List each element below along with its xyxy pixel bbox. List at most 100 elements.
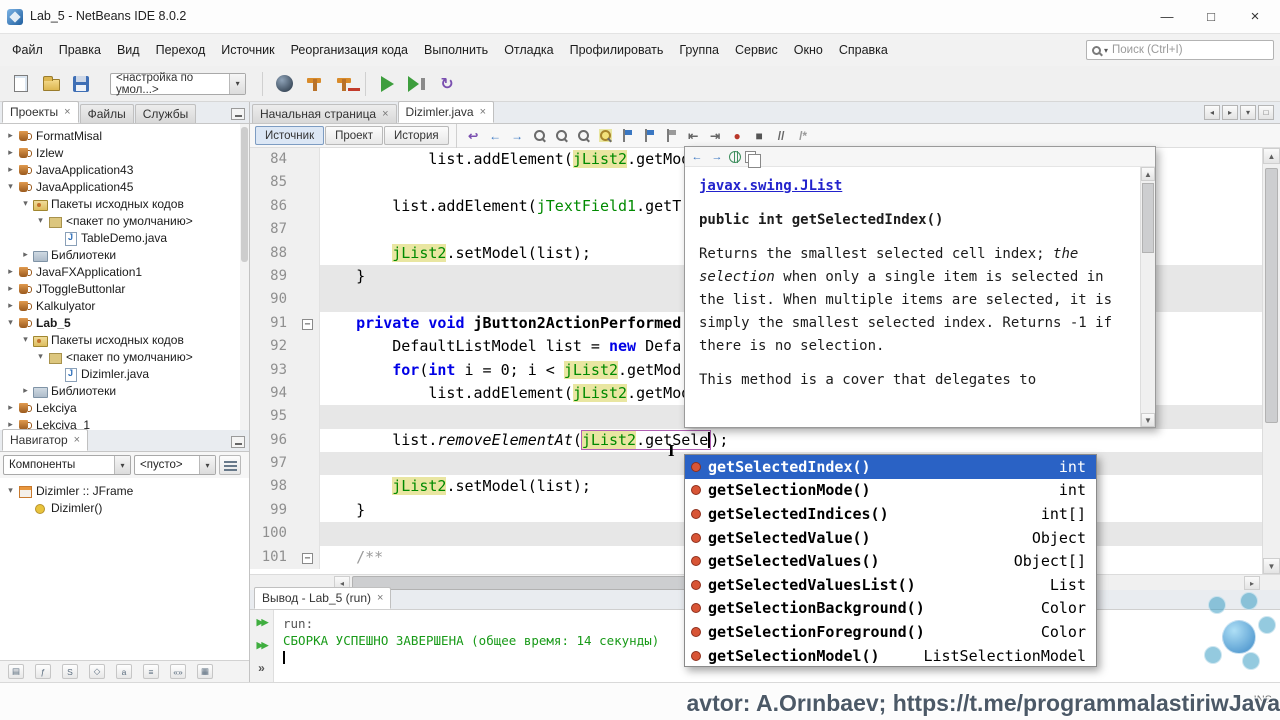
scrollbar-thumb[interactable] [1265, 168, 1278, 423]
build-project-button[interactable] [299, 70, 329, 98]
toggle-highlight-icon[interactable] [595, 126, 616, 145]
clean-button[interactable] [269, 70, 299, 98]
collapsed-arrow-icon[interactable]: ▸ [4, 300, 17, 311]
project-tree-item[interactable]: ▾ <пакет по умолчанию> [0, 348, 249, 365]
open-project-button[interactable] [36, 70, 66, 98]
editor-vertical-scrollbar[interactable]: ▲ ▼ [1262, 148, 1280, 574]
close-icon[interactable]: × [480, 107, 486, 118]
scroll-tabs-right-icon[interactable]: ▸ [1222, 105, 1238, 120]
find-next-icon[interactable] [573, 126, 594, 145]
comment-icon[interactable]: // [771, 126, 792, 145]
expanded-arrow-icon[interactable]: ▾ [19, 198, 32, 209]
expanded-arrow-icon[interactable]: ▾ [34, 215, 47, 226]
close-icon[interactable]: × [382, 109, 388, 120]
expanded-arrow-icon[interactable]: ▾ [4, 317, 17, 328]
collapsed-arrow-icon[interactable]: ▸ [4, 266, 17, 277]
menu-item-3[interactable]: Вид [109, 35, 148, 65]
shift-left-icon[interactable]: ⇤ [683, 126, 704, 145]
completion-item[interactable]: getSelectionBackground() Color [685, 597, 1096, 621]
javadoc-class-link[interactable]: javax.swing.JList [699, 175, 1123, 198]
menu-item-9[interactable]: Профилировать [562, 35, 672, 65]
search-dropdown-icon[interactable]: ▾ [1104, 46, 1108, 55]
expanded-arrow-icon[interactable]: ▾ [4, 181, 17, 192]
tab-list-dropdown-icon[interactable]: ▾ [1240, 105, 1256, 120]
expanded-arrow-icon[interactable]: ▾ [34, 351, 47, 362]
project-tree-item[interactable]: ▸ FormatMisal [0, 127, 249, 144]
stop-macro-icon[interactable]: ■ [749, 126, 770, 145]
collapsed-arrow-icon[interactable]: ▸ [19, 385, 32, 396]
project-tree-item[interactable]: ▸ Lekciya [0, 399, 249, 416]
sort-by-source-icon[interactable]: ≡ [143, 664, 159, 679]
menu-item-11[interactable]: Сервис [727, 35, 786, 65]
completion-item[interactable]: getSelectionModel() ListSelectionModel [685, 644, 1096, 666]
new-file-button[interactable] [6, 70, 36, 98]
project-tree-item[interactable]: ▾ Lab_5 [0, 314, 249, 331]
project-tree-item[interactable]: ▸ Библиотеки [0, 246, 249, 263]
start-macro-icon[interactable]: ● [727, 126, 748, 145]
profile-project-button[interactable] [432, 70, 462, 98]
tab-navigator[interactable]: Навигатор × [2, 429, 89, 451]
show-fields-icon[interactable]: ƒ [35, 664, 51, 679]
project-tree-item[interactable]: ▸ JavaFXApplication1 [0, 263, 249, 280]
project-tree-item[interactable]: Dizimler.java [0, 365, 249, 382]
maximize-editor-icon[interactable]: □ [1258, 105, 1274, 120]
project-tree-item[interactable]: ▾ <пакет по умолчанию> [0, 212, 249, 229]
completion-item[interactable]: getSelectedIndex() int [685, 455, 1096, 479]
project-tree-item[interactable]: ▸ Библиотеки [0, 382, 249, 399]
tree-scrollbar-thumb[interactable] [241, 127, 248, 262]
forward-icon[interactable]: → [507, 126, 528, 145]
close-icon[interactable]: × [74, 435, 80, 446]
tab-start-page[interactable]: Начальная страница × [252, 104, 397, 123]
minimize-group-icon[interactable] [231, 108, 245, 120]
completion-item[interactable]: getSelectedValues() Object[] [685, 549, 1096, 573]
project-tree-item[interactable]: ▸ JToggleButtonlar [0, 280, 249, 297]
collapsed-arrow-icon[interactable]: ▸ [19, 249, 32, 260]
maximize-window-button[interactable]: □ [1190, 0, 1232, 33]
menu-item-12[interactable]: Окно [786, 35, 831, 65]
menu-item-5[interactable]: Источник [213, 35, 282, 65]
sidebar-tab-projects[interactable]: Проекты × [2, 101, 79, 123]
show-static-icon[interactable]: S [62, 664, 78, 679]
run-configuration-select[interactable]: <настройка по умол...> ▾ [110, 72, 246, 96]
run-project-button[interactable] [372, 70, 402, 98]
sidebar-tab-files[interactable]: Файлы [79, 104, 134, 123]
find-previous-icon[interactable] [551, 126, 572, 145]
project-tree-item[interactable]: ▸ Izlew [0, 144, 249, 161]
show-in-browser-icon[interactable] [729, 150, 741, 163]
sort-by-name-icon[interactable]: a [116, 664, 132, 679]
clean-build-button[interactable] [329, 70, 359, 98]
menu-item-8[interactable]: Отладка [496, 35, 561, 65]
navigator-filter-select[interactable]: <пусто> ▾ [134, 455, 216, 475]
navigator-view-settings-icon[interactable] [219, 455, 241, 475]
copy-javadoc-icon[interactable] [745, 150, 761, 168]
menu-item-7[interactable]: Выполнить [416, 35, 496, 65]
fold-collapse-icon[interactable]: − [302, 552, 313, 564]
collapsed-arrow-icon[interactable]: ▸ [4, 147, 17, 158]
save-all-button[interactable] [66, 70, 96, 98]
uncomment-icon[interactable]: /* [793, 126, 814, 145]
menu-item-1[interactable]: Файл [4, 35, 51, 65]
project-tree-item[interactable]: ▾ Пакеты исходных кодов [0, 331, 249, 348]
javadoc-back-icon[interactable]: ← [689, 149, 705, 164]
more-actions-icon[interactable]: » [253, 660, 271, 676]
project-tree-item[interactable]: ▸ Lekciya_1 [0, 416, 249, 431]
tab-dizimler-java[interactable]: Dizimler.java × [397, 101, 494, 123]
debug-project-button[interactable] [402, 70, 432, 98]
close-window-button[interactable]: × [1234, 0, 1276, 33]
view-button-source[interactable]: Источник [255, 126, 325, 145]
rerun-icon[interactable]: ▶▶ [253, 614, 271, 630]
project-tree-item[interactable]: TableDemo.java [0, 229, 249, 246]
show-fqn-icon[interactable]: «» [170, 664, 186, 679]
menu-item-10[interactable]: Группа [671, 35, 727, 65]
completion-item[interactable]: getSelectedValue() Object [685, 526, 1096, 550]
show-inherited-icon[interactable]: ▤ [8, 664, 24, 679]
scroll-up-icon[interactable]: ▲ [1263, 148, 1280, 164]
minimize-group-icon[interactable] [231, 436, 245, 448]
menu-item-4[interactable]: Переход [148, 35, 214, 65]
next-bookmark-icon[interactable] [639, 126, 660, 145]
expanded-arrow-icon[interactable]: ▾ [4, 485, 17, 496]
completion-item[interactable]: getSelectedValuesList() List [685, 573, 1096, 597]
scroll-up-icon[interactable]: ▲ [1141, 167, 1155, 181]
completion-item[interactable]: getSelectionForeground() Color [685, 620, 1096, 644]
toggle-bookmark-icon[interactable] [661, 126, 682, 145]
